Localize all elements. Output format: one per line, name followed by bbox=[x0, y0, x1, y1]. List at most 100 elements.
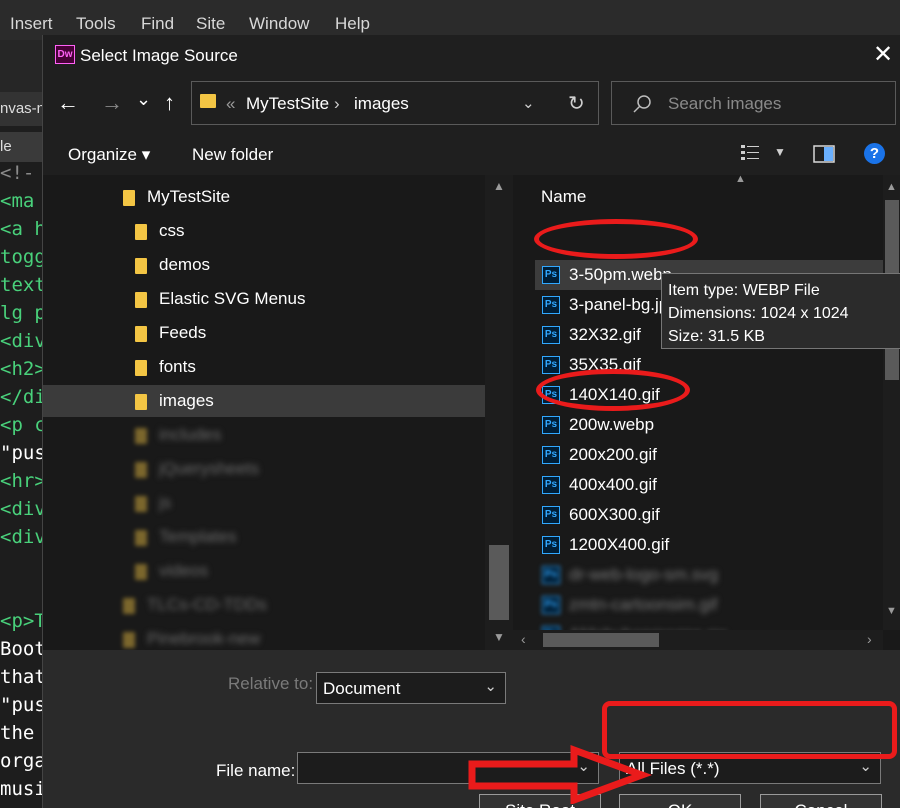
name-column-header[interactable]: Name bbox=[541, 187, 586, 207]
cancel-button[interactable]: Cancel bbox=[760, 794, 882, 808]
file-name-text: 400x400.gif bbox=[569, 475, 657, 494]
tree-item-tlcs-cd-tdds[interactable]: TLCs-CD-TDDs bbox=[43, 589, 485, 621]
tree-item-mytestsite[interactable]: MyTestSite bbox=[43, 181, 485, 213]
navigation-pane-scroll-thumb[interactable] bbox=[489, 545, 509, 620]
folder-icon bbox=[135, 564, 147, 580]
navigation-pane-scrollbar[interactable]: ▲ ▼ bbox=[485, 175, 513, 650]
tree-item-pinebrook-new[interactable]: Pinebrook-new bbox=[43, 623, 485, 650]
code-line: Boot bbox=[0, 638, 46, 660]
scroll-up-arrow-icon[interactable]: ▲ bbox=[493, 179, 505, 193]
tree-item-label: fonts bbox=[159, 357, 196, 376]
scroll-down-arrow-icon[interactable]: ▼ bbox=[493, 630, 505, 644]
tree-item-jquerysheets[interactable]: jQuerysheets bbox=[43, 453, 485, 485]
new-folder-button[interactable]: New folder bbox=[192, 145, 273, 165]
app-menu-tools[interactable]: Tools bbox=[76, 14, 116, 34]
tree-item-includes[interactable]: includes bbox=[43, 419, 485, 451]
breadcrumb-separator[interactable]: › bbox=[334, 94, 340, 114]
tree-item-label: includes bbox=[159, 425, 222, 444]
preview-pane-icon[interactable] bbox=[813, 145, 835, 163]
folder-icon bbox=[200, 94, 216, 108]
breadcrumb-overflow[interactable]: « bbox=[226, 94, 235, 114]
code-editor[interactable]: <!- <ma <a h togg text lg p <div <h2> </di <p c "p… bbox=[0, 162, 46, 808]
file-scroll-up-arrow-icon[interactable]: ▲ bbox=[886, 181, 897, 193]
refresh-icon[interactable]: ↻ bbox=[568, 91, 585, 116]
scroll-right-arrow-icon[interactable]: › bbox=[867, 631, 872, 647]
close-icon[interactable]: ✕ bbox=[873, 41, 893, 69]
tree-item-images[interactable]: images bbox=[43, 385, 485, 417]
app-menu-help[interactable]: Help bbox=[335, 14, 370, 34]
folder-icon bbox=[123, 632, 135, 648]
file-list-horizontal-scrollbar[interactable]: ‹ › bbox=[513, 630, 883, 650]
file-list-item[interactable]: Ps 600X300.gif bbox=[535, 500, 883, 530]
tree-item-videos[interactable]: videos bbox=[43, 555, 485, 587]
address-dropdown-chevron-icon[interactable]: ⌄ bbox=[522, 94, 535, 112]
help-icon[interactable]: ? bbox=[864, 143, 885, 164]
file-list-scrollbar[interactable]: ▲ ▼ bbox=[883, 175, 900, 630]
code-line: <a h bbox=[0, 218, 46, 240]
forward-arrow-icon[interactable]: → bbox=[101, 91, 123, 115]
file-name-text: dr-web-logo-sm.svg bbox=[569, 565, 719, 584]
file-list-item[interactable]: Ps dr-web-logo-sm.svg bbox=[535, 560, 883, 590]
tree-item-label: videos bbox=[159, 561, 209, 580]
organize-button[interactable]: Organize ▾ bbox=[68, 145, 150, 165]
file-name-text: 32X32.gif bbox=[569, 325, 641, 344]
photoshop-file-icon: Ps bbox=[542, 446, 560, 464]
folder-icon bbox=[135, 428, 147, 444]
file-list-item[interactable]: Ps 200x200.gif bbox=[535, 440, 883, 470]
breadcrumb-mytestsite[interactable]: MyTestSite bbox=[246, 94, 329, 114]
code-line: lg p bbox=[0, 302, 46, 324]
photoshop-file-icon: Ps bbox=[542, 296, 560, 314]
file-list-item[interactable]: Ps 200w.webp bbox=[535, 410, 883, 440]
annotation-circle-3-50pm bbox=[534, 219, 698, 259]
relative-to-select[interactable]: Document ⌄ bbox=[316, 672, 506, 704]
tree-item-label: css bbox=[159, 221, 185, 240]
folder-icon bbox=[135, 292, 147, 308]
scroll-left-arrow-icon[interactable]: ‹ bbox=[521, 631, 526, 647]
address-bar[interactable]: « MyTestSite › images ⌄ ↻ bbox=[191, 81, 599, 125]
folder-icon bbox=[135, 530, 147, 546]
tree-item-templates[interactable]: Templates bbox=[43, 521, 485, 553]
code-line: <div bbox=[0, 526, 46, 548]
folder-icon bbox=[123, 190, 135, 206]
file-scroll-down-arrow-icon[interactable]: ▼ bbox=[886, 605, 897, 617]
file-list-horizontal-thumb[interactable] bbox=[543, 633, 659, 647]
app-menu-site[interactable]: Site bbox=[196, 14, 225, 34]
annotation-arrow-icon bbox=[468, 744, 653, 804]
file-name-label: File name: bbox=[216, 761, 296, 780]
recent-locations-chevron-icon[interactable]: ⌄ bbox=[136, 87, 151, 111]
tree-item-css[interactable]: css bbox=[43, 215, 485, 247]
view-options-chevron-icon[interactable]: ▼ bbox=[774, 145, 786, 159]
code-line: </di bbox=[0, 386, 46, 408]
code-line: <!- bbox=[0, 162, 35, 184]
tree-item-label: TLCs-CD-TDDs bbox=[147, 595, 267, 614]
app-panel-tab[interactable]: le bbox=[0, 132, 42, 162]
tree-item-fonts[interactable]: fonts bbox=[43, 351, 485, 383]
annotation-circle-200w bbox=[536, 369, 690, 411]
file-list-item[interactable]: Ps 1200X400.gif bbox=[535, 530, 883, 560]
folder-icon bbox=[135, 360, 147, 376]
tree-item-feeds[interactable]: Feeds bbox=[43, 317, 485, 349]
folder-icon bbox=[135, 258, 147, 274]
search-input[interactable]: Search images bbox=[611, 81, 896, 125]
folder-icon bbox=[135, 224, 147, 240]
file-list-item[interactable]: Ps 400x400.gif bbox=[535, 470, 883, 500]
app-menu-window[interactable]: Window bbox=[249, 14, 309, 34]
app-menu-find[interactable]: Find bbox=[141, 14, 174, 34]
tree-item-label: demos bbox=[159, 255, 211, 274]
tree-item-label: images bbox=[159, 391, 214, 410]
app-document-tab-label: nvas-n bbox=[0, 100, 46, 117]
view-details-icon[interactable] bbox=[740, 143, 764, 163]
up-arrow-icon[interactable]: ↑ bbox=[164, 91, 175, 115]
breadcrumb-images[interactable]: images bbox=[354, 94, 409, 114]
back-arrow-icon[interactable]: ← bbox=[57, 91, 79, 115]
chevron-down-icon: ⌄ bbox=[484, 678, 497, 695]
file-list-item[interactable]: Ps zmtn-cartoonsim.gif bbox=[535, 590, 883, 620]
dialog-title: Select Image Source bbox=[80, 46, 238, 65]
command-bar: Organize ▾ New folder ▼ ? bbox=[43, 135, 900, 175]
tree-item-elastic-svg-menus[interactable]: Elastic SVG Menus bbox=[43, 283, 485, 315]
app-menu-insert[interactable]: Insert bbox=[10, 14, 53, 34]
tree-item-js[interactable]: js bbox=[43, 487, 485, 519]
code-line: the bbox=[0, 722, 35, 744]
tree-item-demos[interactable]: demos bbox=[43, 249, 485, 281]
app-document-tab[interactable]: nvas-n bbox=[0, 92, 46, 126]
